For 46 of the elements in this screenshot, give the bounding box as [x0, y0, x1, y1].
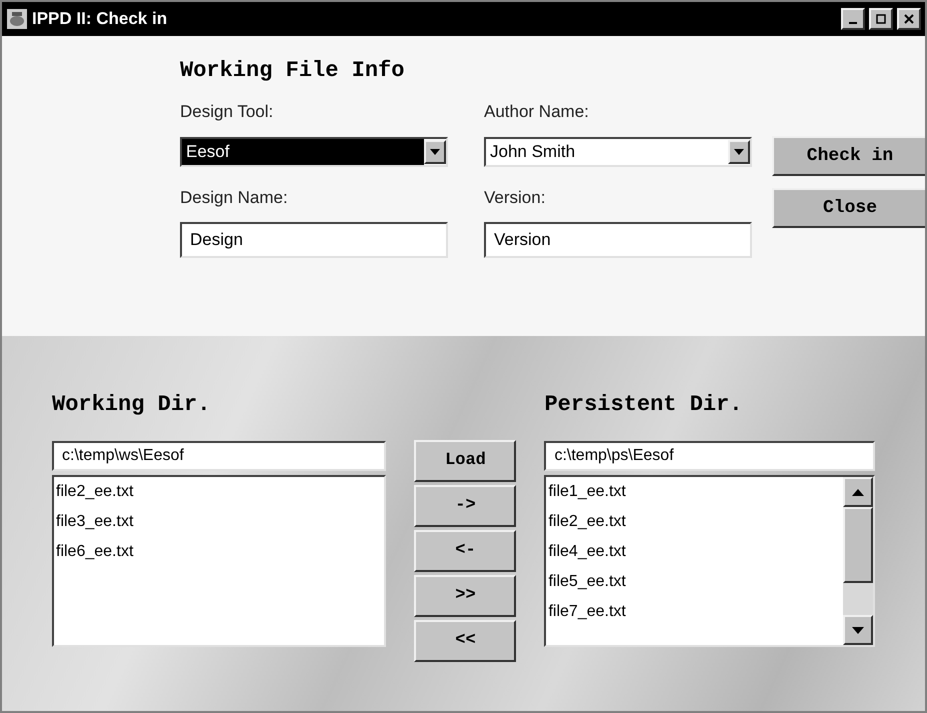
scrollbar[interactable] — [843, 477, 873, 645]
close-button[interactable] — [897, 8, 921, 30]
window-title: IPPD II: Check in — [32, 8, 168, 30]
path-field[interactable]: c:\temp\ps\Eesof — [544, 441, 875, 471]
caret-icon[interactable] — [728, 140, 750, 164]
dialog-button[interactable]: Check in — [772, 136, 925, 176]
section-heading: Working File Info — [180, 57, 406, 85]
minimize-button[interactable] — [841, 8, 865, 30]
scroll-down-icon[interactable] — [843, 615, 873, 645]
path-field[interactable]: c:\temp\ws\Eesof — [52, 441, 386, 471]
text-field[interactable]: Design — [180, 222, 448, 258]
transfer-button[interactable]: >> — [414, 575, 516, 617]
transfer-button[interactable]: <- — [414, 530, 516, 572]
dropdown-value: Eesof — [182, 138, 424, 164]
maximize-button[interactable] — [869, 8, 893, 30]
file-list-item[interactable]: file4_ee.txt — [546, 537, 843, 567]
field-label: Design Name: — [180, 186, 289, 208]
app-icon — [6, 8, 28, 30]
text-field[interactable]: Version — [484, 222, 752, 258]
file-list-item[interactable]: file2_ee.txt — [54, 477, 384, 507]
close-icon — [904, 14, 914, 24]
caret-icon[interactable] — [424, 140, 446, 164]
minimize-icon — [849, 22, 857, 24]
dropdown-value: John Smith — [489, 140, 576, 163]
dropdown[interactable]: John Smith — [484, 136, 752, 166]
scroll-up-icon[interactable] — [843, 477, 873, 507]
transfer-button[interactable]: Load — [414, 440, 516, 482]
field-label: Author Name: — [484, 101, 590, 123]
section-heading: Working Dir. — [52, 391, 212, 419]
field-label: Design Tool: — [180, 101, 274, 123]
file-list-item[interactable]: file3_ee.txt — [54, 507, 384, 537]
section-heading: Persistent Dir. — [544, 391, 744, 419]
file-list-item[interactable]: file1_ee.txt — [546, 477, 843, 507]
dropdown[interactable]: Eesof — [180, 136, 448, 166]
transfer-button[interactable]: -> — [414, 485, 516, 527]
dialog-button[interactable]: Close — [772, 188, 925, 228]
file-list-item[interactable]: file5_ee.txt — [546, 567, 843, 597]
maximize-icon — [876, 14, 886, 24]
file-list-item[interactable]: file6_ee.txt — [54, 537, 384, 567]
file-list-item[interactable]: file7_ee.txt — [546, 597, 843, 627]
field-label: Version: — [484, 186, 546, 208]
file-list-item[interactable]: file2_ee.txt — [546, 507, 843, 537]
file-list[interactable]: file2_ee.txt file3_ee.txt file6_ee.txt — [52, 475, 386, 647]
transfer-button[interactable]: << — [414, 620, 516, 662]
file-list[interactable]: file1_ee.txt file2_ee.txt file4_ee.txt file5_ee.txt file7_ee.txt — [544, 475, 875, 647]
scroll-thumb[interactable] — [843, 507, 873, 583]
